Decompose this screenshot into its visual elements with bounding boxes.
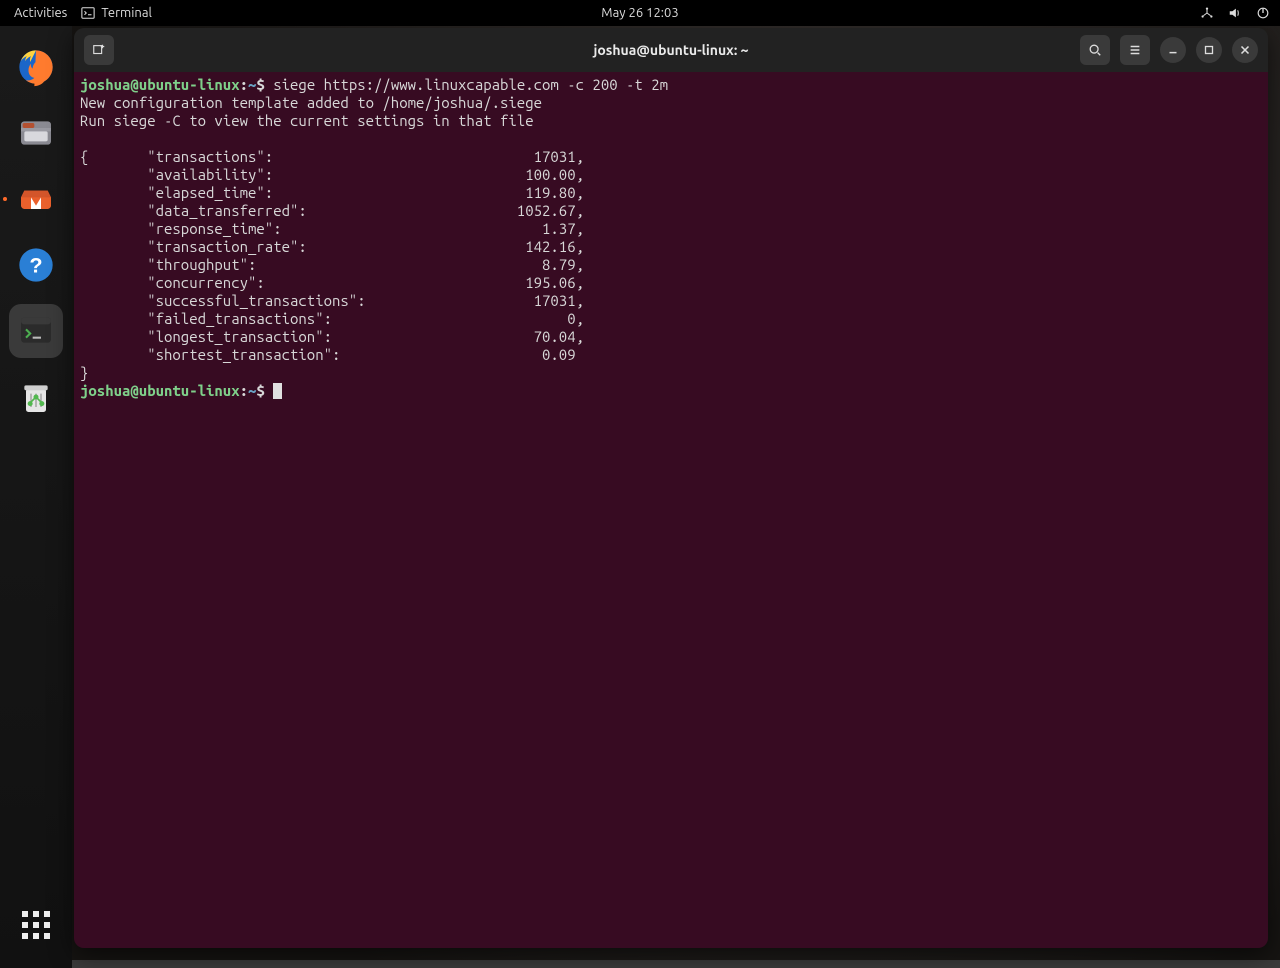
app-menu-label: Terminal bbox=[101, 6, 152, 20]
launcher-firefox[interactable] bbox=[9, 40, 63, 94]
running-indicator-icon bbox=[3, 197, 7, 201]
launcher-terminal[interactable] bbox=[9, 304, 63, 358]
power-icon bbox=[1256, 6, 1270, 20]
system-status-area[interactable] bbox=[1200, 6, 1270, 20]
launcher-files[interactable] bbox=[9, 106, 63, 160]
hamburger-menu-button[interactable] bbox=[1120, 35, 1150, 65]
launcher-software[interactable] bbox=[9, 172, 63, 226]
terminal-icon bbox=[81, 6, 95, 20]
top-bar: Activities Terminal May 26 12:03 bbox=[0, 0, 1280, 26]
network-icon bbox=[1200, 6, 1214, 20]
launcher-help[interactable]: ? bbox=[9, 238, 63, 292]
show-applications-button[interactable] bbox=[9, 898, 63, 952]
app-menu-button[interactable]: Terminal bbox=[81, 6, 152, 20]
activities-button[interactable]: Activities bbox=[14, 6, 67, 20]
volume-icon bbox=[1228, 6, 1242, 20]
minimize-button[interactable] bbox=[1160, 37, 1186, 63]
launcher-trash[interactable] bbox=[9, 370, 63, 424]
terminal-window: joshua@ubuntu-linux: ~ joshua@ubuntu-lin… bbox=[74, 28, 1268, 948]
search-button[interactable] bbox=[1080, 35, 1110, 65]
clock[interactable]: May 26 12:03 bbox=[601, 6, 678, 20]
svg-text:?: ? bbox=[29, 253, 42, 278]
apps-grid-icon bbox=[22, 911, 50, 939]
window-titlebar[interactable]: joshua@ubuntu-linux: ~ bbox=[74, 28, 1268, 72]
close-button[interactable] bbox=[1232, 37, 1258, 63]
new-tab-button[interactable] bbox=[84, 35, 114, 65]
dock: ? bbox=[0, 26, 72, 968]
maximize-button[interactable] bbox=[1196, 37, 1222, 63]
terminal-output[interactable]: joshua@ubuntu-linux:~$ siege https://www… bbox=[74, 72, 1268, 948]
activities-label: Activities bbox=[14, 6, 67, 20]
